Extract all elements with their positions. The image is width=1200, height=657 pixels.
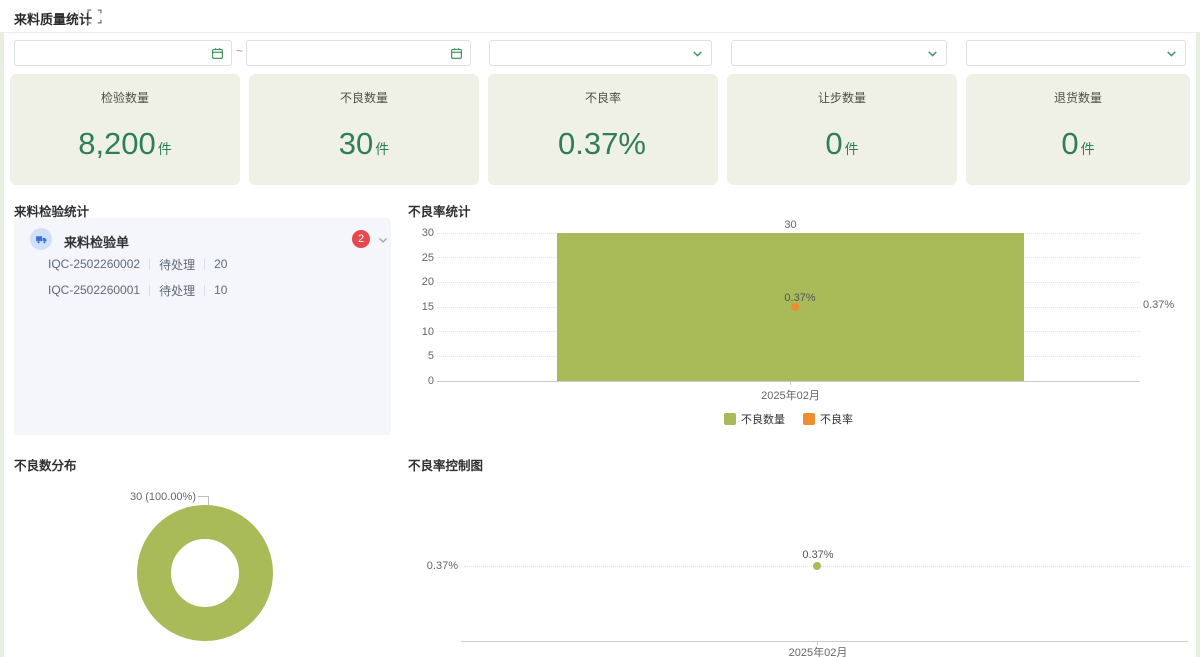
iqc-code: IQC-2502260002 bbox=[48, 257, 141, 271]
panel-title-control-chart: 不良率控制图 bbox=[408, 459, 484, 473]
bar-value-label: 30 bbox=[784, 219, 797, 231]
calendar-icon bbox=[211, 47, 224, 60]
kpi-unit: 件 bbox=[844, 141, 859, 157]
page-title: 来料质量统计 bbox=[14, 12, 93, 27]
kpi-unit: 件 bbox=[1080, 141, 1095, 157]
kpi-label: 让步数量 bbox=[817, 91, 866, 105]
chevron-down-icon bbox=[926, 47, 939, 60]
point-value-label: 0.37% bbox=[784, 292, 816, 304]
count-badge: 2 bbox=[352, 230, 370, 248]
control-x-axis-label: 2025年02月 bbox=[788, 647, 848, 657]
y-axis-tick: 30 bbox=[421, 227, 434, 239]
kpi-value: 0 bbox=[1061, 126, 1079, 161]
filter-select-2[interactable] bbox=[731, 40, 947, 66]
legend-swatch bbox=[724, 413, 736, 425]
filter-select-3-field[interactable] bbox=[975, 41, 1161, 65]
y-axis-tick: 5 bbox=[427, 350, 434, 362]
legend-swatch bbox=[803, 413, 815, 425]
legend-item-defect-qty[interactable]: 不良数量 bbox=[724, 411, 785, 427]
control-x-axis-line bbox=[461, 641, 1188, 642]
iqc-status: 待处理 bbox=[159, 257, 196, 272]
kpi-unit: 件 bbox=[157, 141, 172, 157]
y-axis-tick: 25 bbox=[421, 252, 434, 264]
kpi-card-return-qty: 退货数量 0件 bbox=[966, 74, 1190, 185]
iqc-qty: 10 bbox=[214, 283, 228, 297]
kpi-card-defect-rate: 不良率 0.37% bbox=[488, 74, 718, 185]
divider bbox=[149, 284, 151, 296]
iqc-code: IQC-2502260001 bbox=[48, 283, 141, 297]
pie-slice-label: 30 (100.00%) bbox=[129, 491, 196, 503]
right-axis-tick: 0.37% bbox=[1143, 299, 1175, 311]
truck-icon bbox=[30, 228, 52, 250]
kpi-value: 30 bbox=[338, 126, 374, 161]
y-axis-tick: 15 bbox=[421, 301, 434, 313]
legend-label: 不良率 bbox=[820, 414, 853, 426]
filter-select-2-field[interactable] bbox=[740, 41, 922, 65]
date-end-field[interactable] bbox=[255, 41, 446, 65]
divider bbox=[149, 258, 151, 270]
date-end-input[interactable] bbox=[246, 40, 471, 66]
header-divider bbox=[78, 10, 79, 24]
kpi-unit: 件 bbox=[375, 141, 390, 157]
defect-rate-point bbox=[791, 303, 799, 311]
donut-chart bbox=[137, 505, 273, 641]
control-point bbox=[813, 562, 821, 570]
legend-label: 不良数量 bbox=[741, 414, 785, 426]
y-axis-tick: 20 bbox=[421, 276, 434, 288]
kpi-label: 不良率 bbox=[584, 91, 621, 105]
control-point-label: 0.37% bbox=[802, 549, 834, 561]
filter-select-1[interactable] bbox=[489, 40, 712, 66]
x-axis-tick-mark bbox=[790, 381, 791, 385]
filter-select-3[interactable] bbox=[966, 40, 1186, 66]
control-gridline bbox=[464, 566, 1190, 567]
incoming-quality-dashboard: 来料质量统计 ~ 检验数量 8,200 件 不良数量 30 件 不良率 0.37… bbox=[0, 0, 1200, 657]
kpi-label: 不良数量 bbox=[339, 91, 388, 105]
inspection-group-label[interactable]: 来料检验单 bbox=[64, 232, 129, 251]
kpi-card-defect-qty: 不良数量 30 件 bbox=[249, 74, 479, 185]
fullscreen-button[interactable] bbox=[87, 9, 102, 24]
kpi-card-inspection-qty: 检验数量 8,200 件 bbox=[10, 74, 240, 185]
chevron-down-icon bbox=[1165, 47, 1178, 60]
kpi-card-concession-qty: 让步数量 0件 bbox=[727, 74, 957, 185]
collapse-chevron-icon[interactable] bbox=[377, 234, 389, 246]
chart-legend: 不良数量 不良率 bbox=[437, 411, 1140, 427]
panel-title-defect-distribution: 不良数分布 bbox=[14, 459, 77, 473]
divider bbox=[204, 284, 206, 296]
date-start-input[interactable] bbox=[14, 40, 232, 66]
iqc-list-item[interactable]: IQC-2502260001 待处理 10 bbox=[48, 282, 227, 298]
y-axis-tick: 10 bbox=[421, 326, 434, 338]
divider bbox=[204, 258, 206, 270]
pie-label-leader-line bbox=[198, 496, 209, 505]
control-y-axis-tick: 0.37% bbox=[426, 560, 458, 572]
filter-select-1-field[interactable] bbox=[498, 41, 687, 65]
x-axis-label: 2025年02月 bbox=[761, 390, 820, 402]
calendar-icon bbox=[450, 47, 463, 60]
legend-item-defect-rate[interactable]: 不良率 bbox=[803, 411, 853, 427]
kpi-label: 检验数量 bbox=[100, 91, 149, 105]
page-header: 来料质量统计 bbox=[0, 0, 1200, 33]
iqc-qty: 20 bbox=[214, 257, 228, 271]
iqc-list-item[interactable]: IQC-2502260002 待处理 20 bbox=[48, 256, 227, 272]
date-range-separator: ~ bbox=[235, 44, 243, 58]
iqc-status: 待处理 bbox=[159, 283, 196, 298]
kpi-label: 退货数量 bbox=[1053, 91, 1102, 105]
y-axis-tick: 0 bbox=[427, 375, 434, 387]
kpi-value: 0.37% bbox=[558, 126, 646, 161]
chevron-down-icon bbox=[691, 47, 704, 60]
kpi-value: 0 bbox=[825, 126, 843, 161]
kpi-value: 8,200 bbox=[78, 126, 156, 161]
x-axis-line bbox=[437, 381, 1140, 382]
date-start-field[interactable] bbox=[23, 41, 207, 65]
panel-title-defect-rate-chart: 不良率统计 bbox=[408, 205, 471, 219]
fullscreen-icon bbox=[87, 9, 102, 24]
